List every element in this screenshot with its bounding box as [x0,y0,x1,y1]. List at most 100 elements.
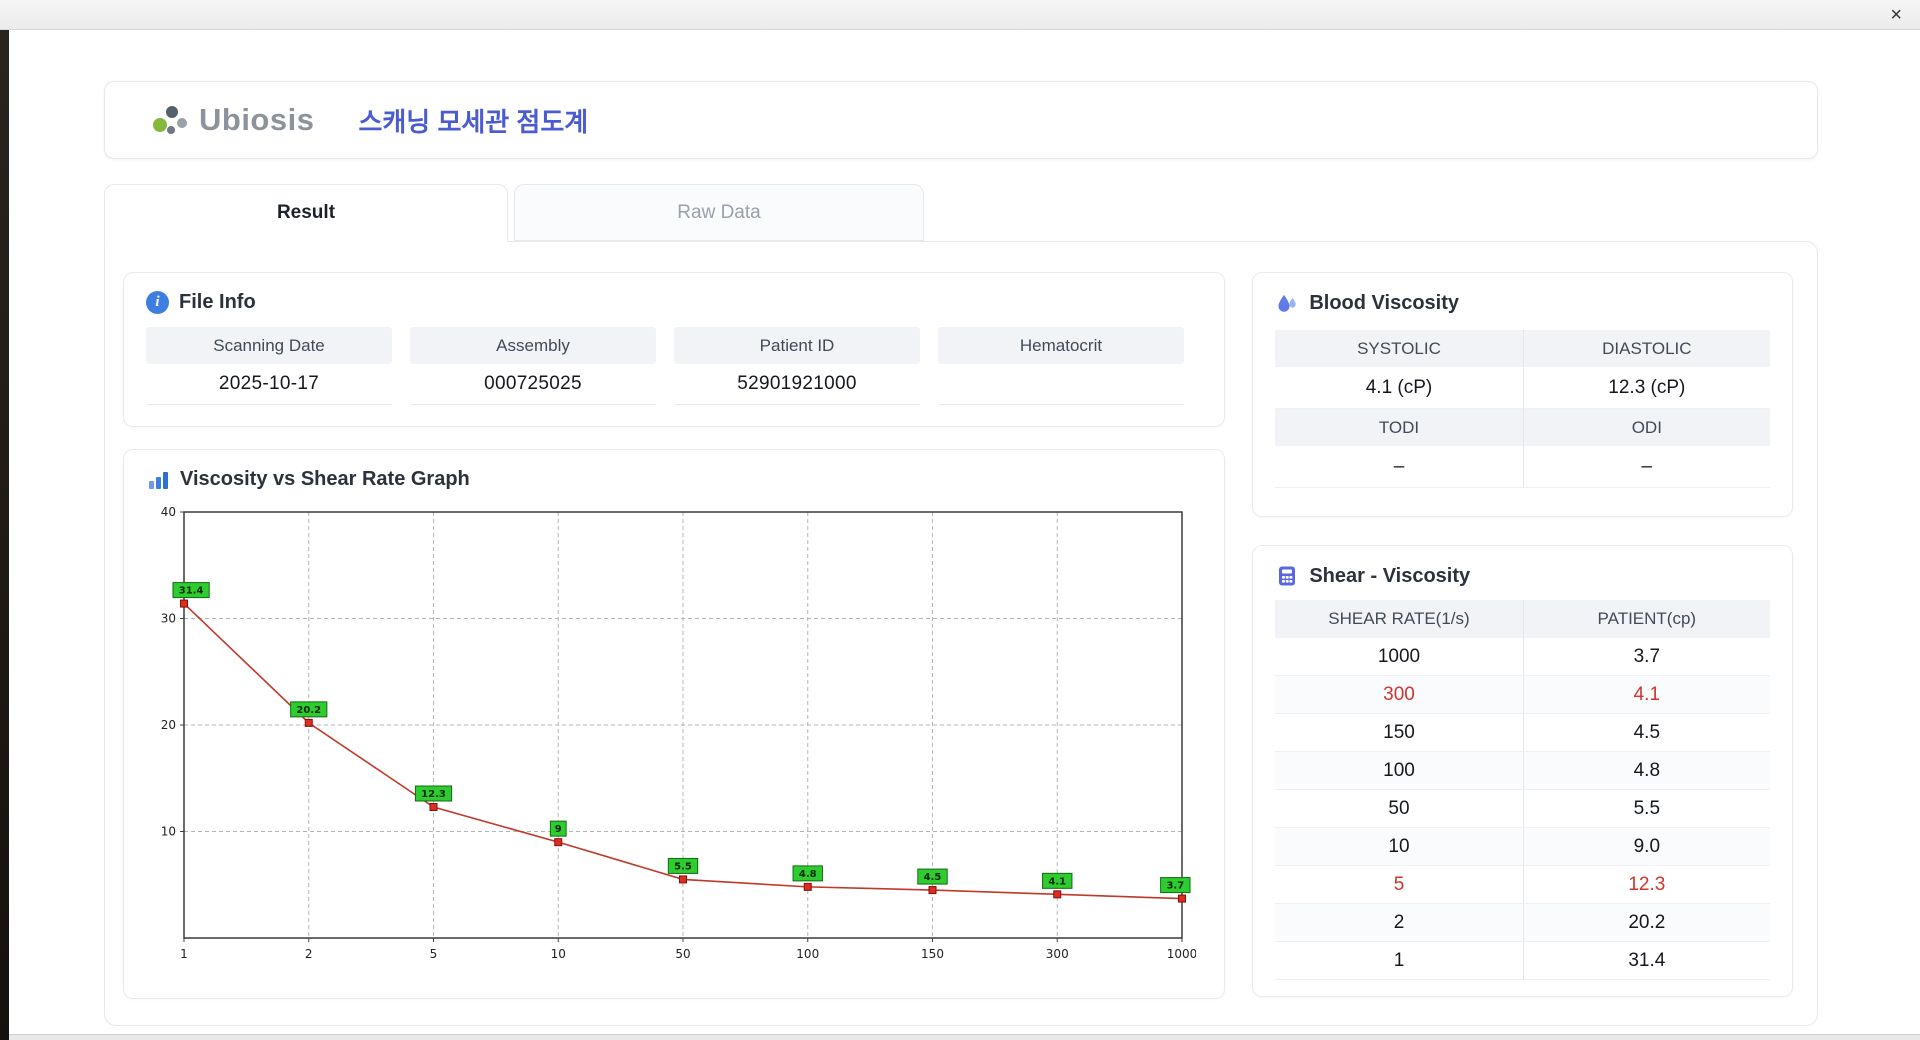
shear-table-body: 1000 3.7 300 4.1 150 4.5 100 4.8 50 5.5 10 9.0 5 12.3… [1275,638,1770,980]
blood-viscosity-head: Blood Viscosity [1275,291,1770,315]
shear-viscosity-head: Shear - Viscosity [1275,564,1770,588]
field-label: Scanning Date [146,327,392,364]
sv-shear-cell: 150 [1383,721,1415,743]
close-icon[interactable]: × [1890,2,1902,28]
app-header: Ubiosis 스캐닝 모세관 점도계 [104,81,1818,159]
svg-text:12.3: 12.3 [421,789,446,800]
shear-viscosity-table: SHEAR RATE(1/s) PATIENT(cp) 1000 3.7 300 4.1… [1275,600,1770,980]
sv-shear-cell: 50 [1388,797,1410,819]
svg-text:5.5: 5.5 [674,861,692,872]
shear-viscosity-title: Shear - Viscosity [1309,564,1471,587]
table-row: 300 4.1 [1275,676,1770,714]
graph-card: Viscosity vs Shear Rate Graph 10 20 30 40 1 2… [123,448,1226,999]
svg-text:300: 300 [1046,947,1069,961]
sv-patient-cell: 3.7 [1522,638,1770,675]
sv-shear-cell: 1000 [1377,645,1421,667]
file-info-fields: Scanning Date 2025-10-17 Assembly 000725025… [146,327,1202,405]
desktop-edge-strip [0,30,9,1040]
sv-patient-cell: 9.0 [1522,828,1770,865]
svg-text:10: 10 [551,947,566,961]
svg-text:2: 2 [305,947,313,961]
sv-shear-cell: 100 [1383,759,1415,781]
file-info-field: Assembly 000725025 [410,327,656,405]
table-row: 1000 3.7 [1275,638,1770,676]
sv-patient-cell: 31.4 [1522,942,1770,979]
table-row: 150 4.5 [1275,714,1770,752]
table-row: 50 5.5 [1275,790,1770,828]
field-label: Assembly [410,327,656,364]
sv-shear-cell: 2 [1393,911,1405,933]
info-icon: i [146,291,169,314]
field-value: 2025-10-17 [146,364,392,405]
ubiosis-logo-icon [153,106,187,134]
svg-text:100: 100 [796,947,819,961]
svg-text:4.5: 4.5 [924,872,942,883]
svg-text:4.8: 4.8 [799,869,817,880]
main-panel: i File Info Scanning Date 2025-10-17 Assem… [104,241,1818,1026]
file-info-title: File Info [179,291,256,313]
svg-text:4.1: 4.1 [1048,876,1066,887]
tabs: Result Raw Data [104,184,1818,242]
sv-patient-cell: 4.5 [1522,714,1770,751]
window-titlebar: × [0,0,1920,30]
sv-patient-cell: 20.2 [1522,904,1770,941]
svg-text:20.2: 20.2 [296,704,321,715]
field-label: Hematocrit [938,327,1184,364]
bv-label: DIASTOLIC [1522,330,1770,367]
sv-shear-cell: 1 [1393,949,1405,971]
svg-text:40: 40 [161,505,176,519]
sv-column-header: PATIENT(cp) [1522,600,1770,638]
sv-patient-cell: 4.8 [1522,752,1770,789]
app-content: Ubiosis 스캐닝 모세관 점도계 Result Raw Data i Fil… [104,81,1818,1026]
brand-name: Ubiosis [199,102,315,137]
bv-label: TODI [1275,409,1523,446]
svg-text:1: 1 [180,947,188,961]
graph-title: Viscosity vs Shear Rate Graph [180,468,470,491]
left-column: i File Info Scanning Date 2025-10-17 Assem… [123,272,1226,999]
bar-chart-icon [149,471,168,489]
viscosity-chart: 10 20 30 40 1 2 5 10 50 100 150 300 1000 31.4 20.2 12.3… [146,500,1202,975]
calculator-icon [1279,566,1296,586]
bv-label: SYSTOLIC [1275,330,1523,367]
blood-viscosity-title: Blood Viscosity [1309,291,1459,314]
file-info-field: Scanning Date 2025-10-17 [146,327,392,405]
table-row: 5 12.3 [1275,866,1770,904]
ubiosis-logo: Ubiosis [151,100,314,140]
blood-viscosity-table: SYSTOLIC DIASTOLIC 4.1 (cP) 12.3 (cP) TODI OD… [1275,330,1770,488]
file-info-field: Patient ID 52901921000 [674,327,920,405]
svg-text:31.4: 31.4 [179,585,204,596]
blood-viscosity-card: Blood Viscosity SYSTOLIC DIASTOLIC 4.1 (cP… [1252,272,1793,517]
graph-head: Viscosity vs Shear Rate Graph [146,468,1202,492]
bv-value: – [1522,446,1770,488]
field-label: Patient ID [674,327,920,364]
shear-table-head: SHEAR RATE(1/s) PATIENT(cp) [1275,600,1770,638]
bv-label: ODI [1522,409,1770,446]
table-row: 1 31.4 [1275,942,1770,980]
field-value: 52901921000 [674,364,920,405]
viscosity-shear-line-chart: 10 20 30 40 1 2 5 10 50 100 150 300 1000 31.4 20.2 12.3… [161,505,1198,961]
file-info-field: Hematocrit [938,327,1184,405]
svg-text:1000: 1000 [1167,947,1196,961]
file-info-head: i File Info [146,291,1202,314]
svg-text:150: 150 [921,947,944,961]
sv-shear-cell: 300 [1383,683,1415,705]
tab-result[interactable]: Result [104,184,508,242]
sv-shear-cell: 10 [1388,835,1410,857]
bv-value: 4.1 (cP) [1275,367,1523,409]
svg-text:5: 5 [430,947,438,961]
svg-text:30: 30 [161,611,176,625]
tab-raw-data[interactable]: Raw Data [514,184,924,241]
sv-patient-cell: 4.1 [1522,676,1770,713]
sv-shear-cell: 5 [1393,873,1405,895]
svg-text:3.7: 3.7 [1166,880,1184,891]
sv-column-header: SHEAR RATE(1/s) [1328,609,1470,628]
sv-patient-cell: 5.5 [1522,790,1770,827]
right-column: Blood Viscosity SYSTOLIC DIASTOLIC 4.1 (cP… [1252,272,1793,999]
file-info-card: i File Info Scanning Date 2025-10-17 Assem… [123,272,1226,427]
field-value: 000725025 [410,364,656,405]
table-row: 100 4.8 [1275,752,1770,790]
window-bottom-edge [9,1034,1920,1040]
table-row: 10 9.0 [1275,828,1770,866]
bv-value: – [1275,446,1523,488]
svg-text:20: 20 [161,718,176,732]
